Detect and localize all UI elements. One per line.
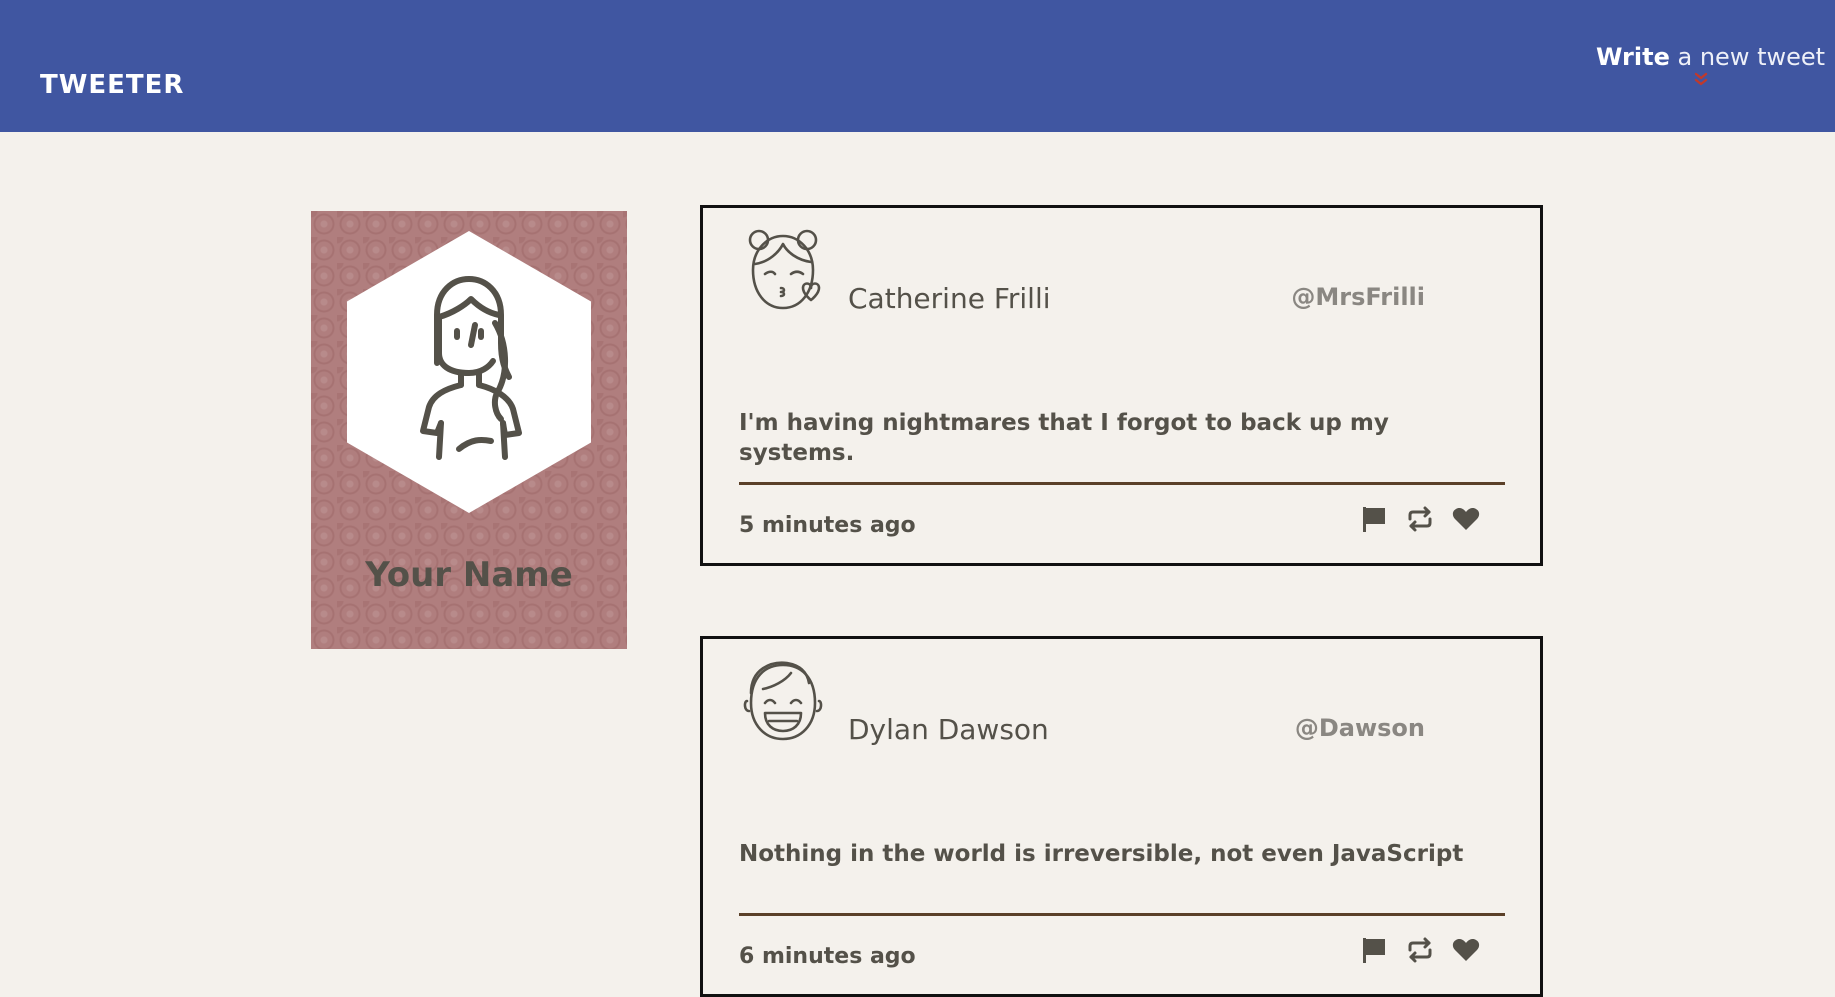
profile-card: Your Name [311,211,627,649]
flag-icon[interactable] [1360,505,1388,533]
tweet-text: Nothing in the world is irreversible, no… [739,841,1464,867]
top-navbar: TWEETER Write a new tweet [0,0,1835,132]
tweet-timestamp: 5 minutes ago [739,513,916,538]
user-woman-icon [420,276,522,460]
tweet-author-name: Dylan Dawson [848,713,1049,746]
chevron-double-down-icon[interactable] [1693,72,1709,88]
tweet-card: Dylan Dawson @Dawson Nothing in the worl… [700,636,1543,997]
profile-avatar-frame [347,231,591,513]
tweet-text: I'm having nightmares that I forgot to b… [739,410,1389,466]
profile-name: Your Name [365,555,573,595]
tweet-card: Catherine Frilli @MrsFrilli I'm having n… [700,205,1543,566]
tweet-actions [1360,504,1480,534]
write-tweet-label-strong: Write [1596,43,1670,71]
tweet-divider [739,913,1505,916]
tweet-author-name: Catherine Frilli [848,282,1051,315]
tweet-author-handle[interactable]: @MrsFrilli [1291,282,1425,312]
tweet-author-handle[interactable]: @Dawson [1295,713,1425,743]
brand-logo[interactable]: TWEETER [40,70,184,100]
write-tweet-button[interactable]: Write a new tweet [1596,42,1825,88]
flag-icon[interactable] [1360,936,1388,964]
girl-kiss-avatar-icon [748,229,821,310]
tweet-divider [739,482,1505,485]
heart-icon[interactable] [1452,936,1480,964]
write-tweet-label-rest: a new tweet [1669,43,1826,71]
heart-icon[interactable] [1452,505,1480,533]
retweet-icon[interactable] [1406,505,1434,533]
retweet-icon[interactable] [1406,936,1434,964]
write-tweet-label: Write a new tweet [1596,42,1825,72]
boy-laughing-avatar-icon [743,661,823,741]
tweet-actions [1360,935,1480,965]
